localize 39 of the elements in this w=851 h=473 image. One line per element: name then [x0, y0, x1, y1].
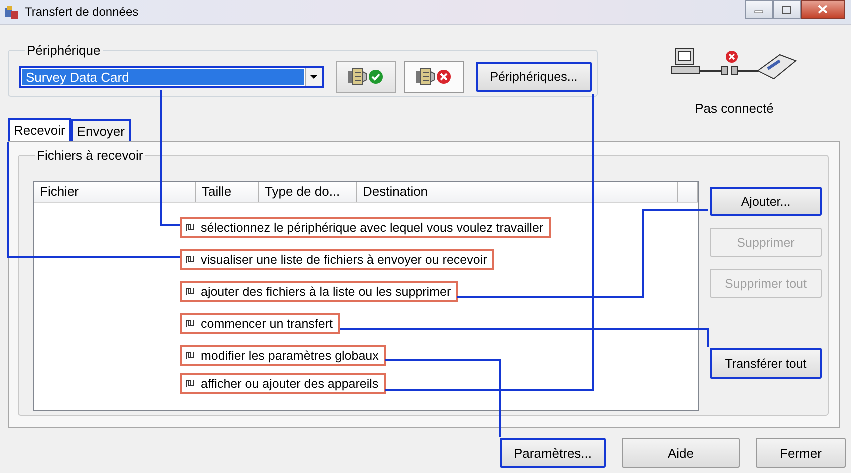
action-button[interactable]: Transférer tout — [710, 348, 822, 379]
dropdown-arrow-icon — [310, 74, 318, 80]
group-label: Fichiers à recevoir — [36, 148, 144, 163]
window-title: Transfert de données — [25, 5, 140, 19]
callout: sélectionnez le périphérique avec lequel vous voulez travailler — [180, 217, 551, 238]
column-header[interactable]: Destination — [357, 182, 678, 202]
note-icon — [186, 223, 195, 232]
note-icon — [186, 379, 195, 388]
note-icon — [186, 351, 195, 360]
column-header[interactable]: Type de do... — [259, 182, 357, 202]
device-dropdown[interactable]: Survey Data Card — [19, 66, 324, 88]
note-icon — [186, 319, 195, 328]
callout: visualiser une liste de fichiers à envoyer ou recevoir — [180, 249, 494, 270]
group-label: Périphérique — [26, 43, 102, 58]
disconnect-button[interactable] — [404, 61, 464, 93]
peripherals-button[interactable]: Périphériques... — [476, 62, 592, 92]
column-header[interactable]: Fichier — [34, 182, 196, 202]
callout: modifier les paramètres globaux — [180, 345, 386, 366]
dialog-button[interactable]: Fermer — [756, 438, 846, 468]
plug-cross-icon — [414, 67, 454, 87]
tab[interactable]: Envoyer — [71, 119, 131, 141]
connection-status: Pas connecté — [695, 101, 774, 116]
plug-check-icon — [346, 67, 386, 87]
action-button[interactable]: Ajouter... — [710, 187, 822, 216]
note-icon — [186, 287, 195, 296]
callout: afficher ou ajouter des appareils — [180, 373, 386, 394]
app-icon — [4, 4, 19, 20]
connect-button[interactable] — [336, 61, 396, 93]
tab[interactable]: Recevoir — [8, 118, 72, 141]
close-icon — [818, 5, 828, 14]
close-button[interactable] — [801, 0, 845, 19]
dialog-button[interactable]: Paramètres... — [500, 438, 606, 468]
column-header[interactable]: Taille — [196, 182, 259, 202]
maximize-button[interactable] — [773, 0, 801, 19]
callout: ajouter des fichiers à la liste ou les supprimer — [180, 281, 458, 302]
maximize-icon — [782, 6, 792, 14]
callout: commencer un transfert — [180, 313, 340, 334]
dialog-button[interactable]: Aide — [622, 438, 740, 468]
note-icon — [186, 255, 195, 264]
